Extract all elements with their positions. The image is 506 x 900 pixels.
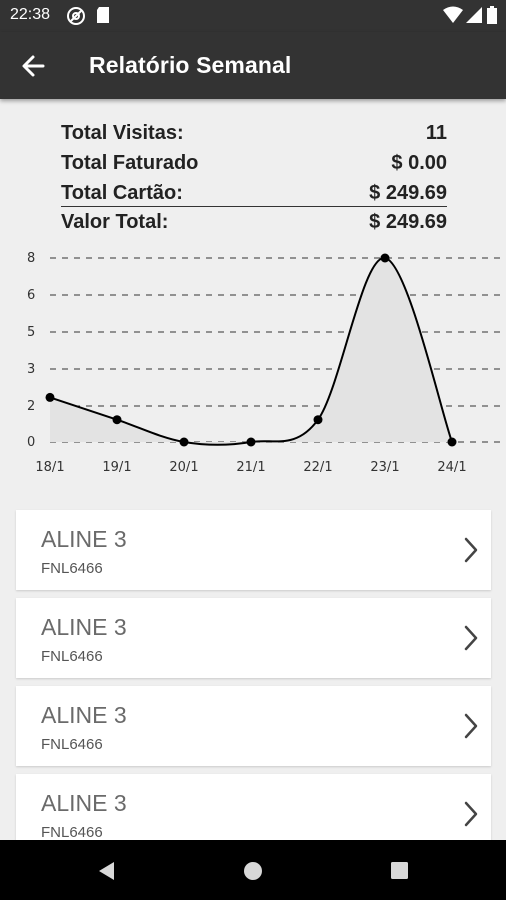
chart-y-tick-label: 5: [27, 325, 35, 340]
summary-label: Valor Total:: [61, 211, 169, 233]
chart-x-tick-label: 19/1: [102, 460, 131, 475]
list-item-code: FNL6466: [41, 560, 103, 577]
chart-data-point: [380, 253, 390, 263]
chevron-right-icon: [464, 713, 478, 739]
list-item-name: ALINE 3: [41, 702, 127, 728]
list-item-code: FNL6466: [41, 736, 103, 753]
visit-list: ALINE 3 FNL6466 ALINE 3 FNL6466 ALINE 3 …: [16, 510, 491, 862]
summary-row-billed: Total Faturado $ 0.00: [61, 148, 447, 178]
chart-y-tick-label: 0: [27, 435, 35, 450]
list-item[interactable]: ALINE 3 FNL6466: [16, 598, 491, 678]
chart-x-tick-label: 22/1: [303, 460, 332, 475]
chart-x-tick-label: 21/1: [236, 460, 265, 475]
chart-data-point: [313, 415, 323, 425]
chart-svg: 0 2 3 5 6 8 18/1 19/1 20/1 21/1 22/1 23/1 24/1: [27, 251, 500, 475]
recents-square-icon[interactable]: [390, 861, 409, 880]
summary-value: $ 0.00: [391, 152, 447, 174]
list-item-name: ALINE 3: [41, 790, 127, 816]
weekly-chart: 0 2 3 5 6 8 18/1 19/1 20/1 21/1 22/1 23/1 24/1: [0, 238, 506, 483]
at-sign-icon: [66, 6, 86, 32]
chevron-right-icon: [464, 537, 478, 563]
battery-icon: [487, 6, 497, 30]
summary-label: Total Faturado: [61, 152, 199, 174]
chart-data-point: [45, 392, 55, 402]
chart-x-tick-label: 18/1: [35, 460, 64, 475]
chart-y-tick-label: 2: [27, 399, 35, 414]
back-button[interactable]: [14, 46, 54, 86]
summary-value: $ 249.69: [369, 211, 447, 233]
chart-y-tick-label: 3: [27, 362, 35, 377]
chevron-right-icon: [464, 625, 478, 651]
chart-data-point: [447, 437, 457, 447]
chart-y-tick-label: 6: [27, 288, 35, 303]
summary-row-visits: Total Visitas: 11: [61, 118, 447, 148]
app-bar: Relatório Semanal: [0, 32, 506, 99]
list-item-name: ALINE 3: [41, 526, 127, 552]
list-item-code: FNL6466: [41, 824, 103, 841]
summary-label: Total Visitas:: [61, 122, 184, 144]
back-triangle-icon[interactable]: [96, 860, 116, 882]
arrow-left-icon: [22, 55, 45, 77]
summary-value: 11: [425, 122, 447, 144]
page-title: Relatório Semanal: [89, 52, 292, 78]
status-bar: 22:38: [0, 0, 506, 32]
signal-icon: [466, 6, 482, 30]
home-circle-icon[interactable]: [243, 861, 263, 881]
chart-x-tick-label: 24/1: [437, 460, 466, 475]
chevron-right-icon: [464, 801, 478, 827]
summary-value: $ 249.69: [369, 182, 447, 204]
chart-data-point: [179, 437, 189, 447]
chart-data-point: [246, 437, 256, 447]
wifi-icon: [443, 6, 463, 30]
system-nav-bar: [0, 840, 506, 900]
list-item[interactable]: ALINE 3 FNL6466: [16, 686, 491, 766]
list-item-name: ALINE 3: [41, 614, 127, 640]
list-item[interactable]: ALINE 3 FNL6466: [16, 510, 491, 590]
status-time: 22:38: [10, 6, 51, 23]
chart-y-tick-label: 8: [27, 251, 35, 266]
sd-card-icon: [96, 6, 110, 30]
summary-panel: Total Visitas: 11 Total Faturado $ 0.00 …: [61, 118, 447, 237]
chart-x-tick-label: 20/1: [169, 460, 198, 475]
list-item-code: FNL6466: [41, 648, 103, 665]
chart-data-point: [112, 415, 122, 425]
chart-x-tick-label: 23/1: [370, 460, 399, 475]
summary-row-total: Valor Total: $ 249.69: [61, 207, 447, 237]
summary-label: Total Cartão:: [61, 182, 183, 204]
summary-row-card: Total Cartão: $ 249.69: [61, 178, 447, 207]
